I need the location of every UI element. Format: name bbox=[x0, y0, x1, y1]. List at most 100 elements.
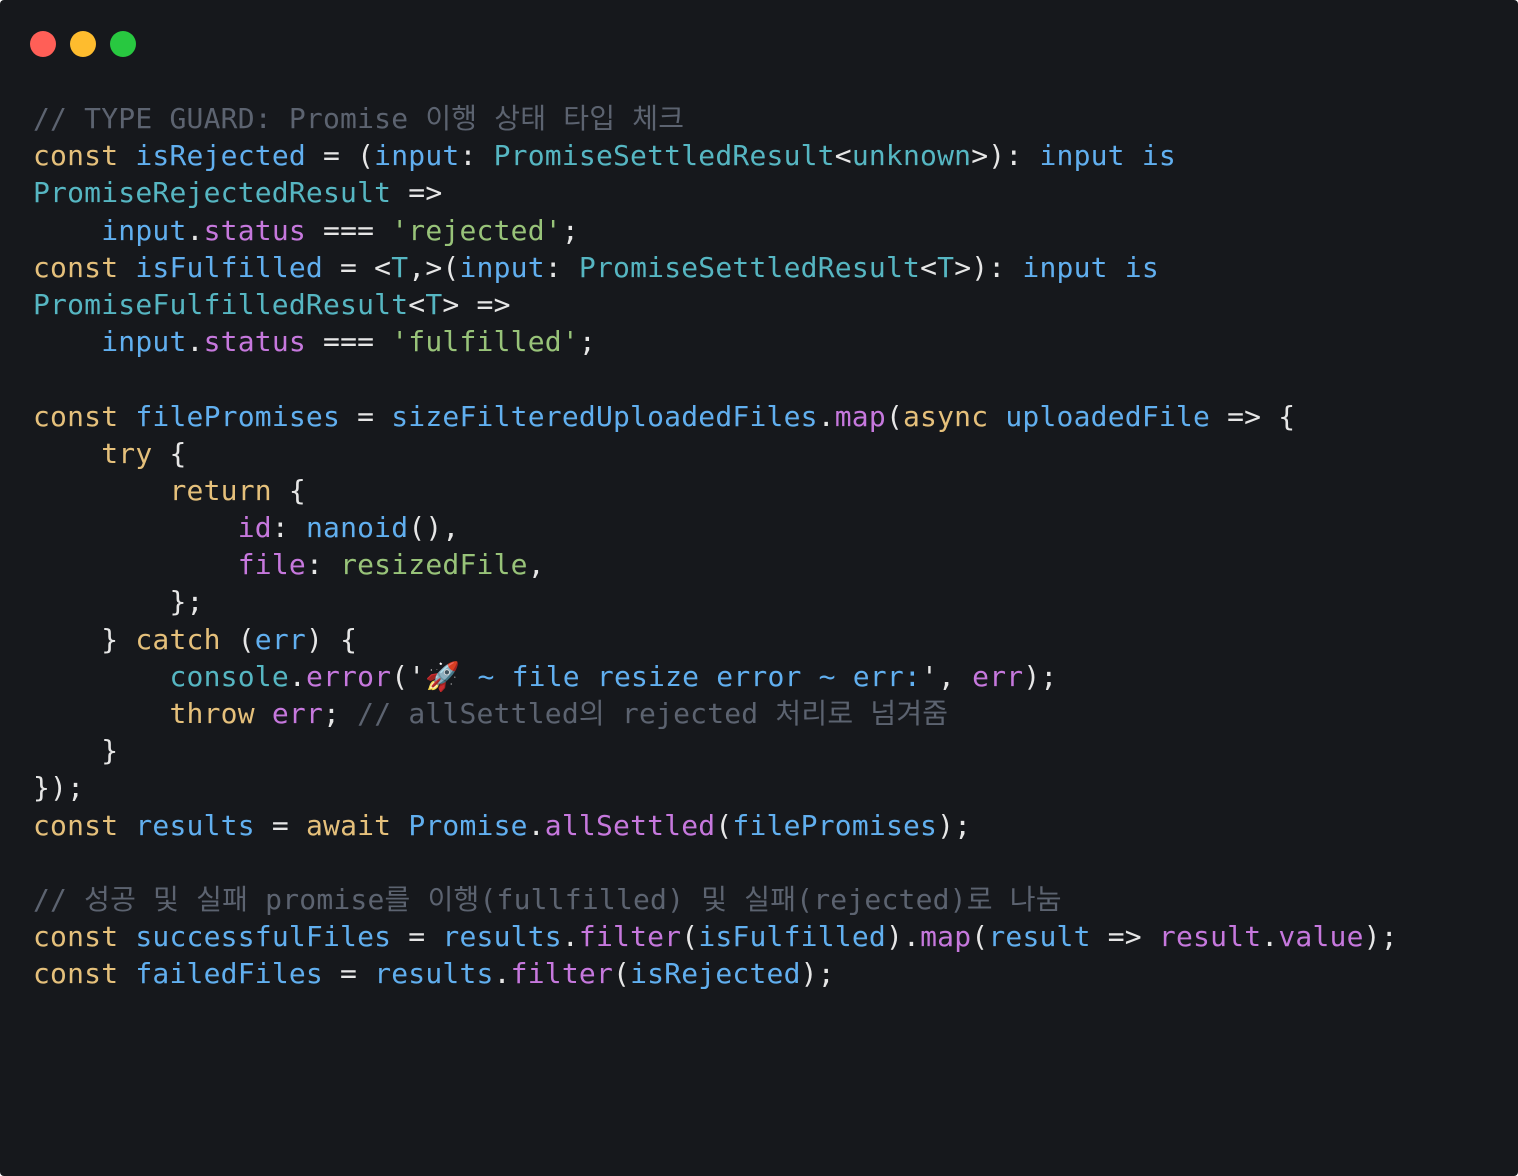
code-token: results bbox=[374, 957, 494, 991]
code-token: const bbox=[33, 399, 119, 433]
window-controls bbox=[30, 31, 136, 57]
code-line: try { bbox=[33, 435, 1398, 472]
code-token: results bbox=[135, 808, 255, 842]
code-token: T bbox=[391, 250, 409, 284]
code-token: ). bbox=[885, 920, 921, 954]
code-line: input.status === 'rejected'; bbox=[33, 212, 1398, 249]
code-token: value bbox=[1278, 920, 1364, 954]
code-token: error bbox=[305, 659, 392, 693]
code-token: resizedFile bbox=[340, 548, 528, 582]
code-token: . bbox=[817, 399, 835, 433]
code-line: PromiseRejectedResult => bbox=[33, 174, 1398, 211]
close-button[interactable] bbox=[30, 31, 56, 57]
code-line: } bbox=[33, 732, 1398, 769]
code-token: input bbox=[374, 139, 460, 173]
code-token: const bbox=[33, 920, 119, 954]
code-token: >): bbox=[971, 139, 1040, 173]
code-token: ( bbox=[885, 399, 903, 433]
code-token: is bbox=[1141, 139, 1176, 173]
code-token: { bbox=[152, 436, 187, 470]
code-token: // TYPE GUARD: Promise 이행 상태 타입 체크 bbox=[33, 102, 685, 135]
code-token: . bbox=[493, 957, 511, 991]
maximize-button[interactable] bbox=[110, 31, 136, 57]
code-token: isFulfilled bbox=[135, 250, 323, 284]
code-token: T bbox=[937, 250, 955, 284]
code-token: . bbox=[561, 920, 579, 954]
code-token: console bbox=[169, 659, 289, 693]
code-token: < bbox=[408, 287, 426, 321]
code-token: const bbox=[33, 957, 119, 991]
code-token: = ( bbox=[305, 139, 375, 173]
code-token: err bbox=[254, 622, 306, 656]
code-token: PromiseSettledResult bbox=[578, 250, 921, 284]
code-token: ); bbox=[937, 808, 972, 842]
code-token: results bbox=[442, 920, 562, 954]
code-token: err bbox=[271, 697, 324, 730]
code-token: await bbox=[305, 808, 392, 842]
code-block: // TYPE GUARD: Promise 이행 상태 타입 체크 const … bbox=[33, 100, 1398, 993]
code-line: }; bbox=[33, 583, 1398, 620]
code-token: T bbox=[425, 287, 443, 321]
code-line: // 성공 및 실패 promise를 이행(fullfilled) 및 실패(… bbox=[33, 881, 1398, 918]
code-token: map bbox=[834, 399, 886, 433]
code-token: => { bbox=[1210, 399, 1296, 433]
code-line: input.status === 'fulfilled'; bbox=[33, 323, 1398, 360]
code-token: ; bbox=[323, 697, 358, 730]
code-token: isFulfilled bbox=[698, 920, 886, 954]
code-token: = < bbox=[323, 250, 392, 284]
code-token: : bbox=[271, 511, 306, 545]
code-token: is bbox=[1124, 250, 1159, 284]
code-line: console.error('🚀 ~ file resize error ~ e… bbox=[33, 658, 1398, 695]
code-token: => bbox=[1090, 920, 1159, 954]
code-token: result bbox=[988, 920, 1091, 954]
code-line: }); bbox=[33, 769, 1398, 806]
code-token: isRejected bbox=[630, 957, 801, 991]
code-line: const failedFiles = results.filter(isRej… bbox=[33, 955, 1398, 992]
code-line: const isRejected = (input: PromiseSettle… bbox=[33, 137, 1398, 174]
code-token: unknown bbox=[851, 139, 972, 173]
code-token: . bbox=[288, 659, 306, 693]
code-token: const bbox=[33, 250, 119, 284]
code-token: { bbox=[271, 473, 306, 507]
code-token: status bbox=[203, 213, 306, 247]
code-token: >): bbox=[954, 250, 1023, 284]
code-token: < bbox=[920, 250, 938, 284]
code-token: } bbox=[33, 734, 119, 768]
code-token: result bbox=[1158, 920, 1262, 954]
code-token: = bbox=[323, 957, 375, 991]
code-token: , bbox=[527, 548, 545, 582]
code-line: } catch (err) { bbox=[33, 621, 1398, 658]
code-token: . bbox=[1261, 920, 1279, 954]
code-token: ) { bbox=[305, 622, 358, 656]
code-line: throw err; // allSettled의 rejected 처리로 넘… bbox=[33, 695, 1398, 732]
minimize-button[interactable] bbox=[70, 31, 96, 57]
code-token: PromiseFulfilledResult bbox=[33, 287, 409, 321]
code-token: => bbox=[391, 176, 443, 210]
code-token: failedFiles bbox=[135, 957, 323, 991]
code-line: const results = await Promise.allSettled… bbox=[33, 807, 1398, 844]
code-line: PromiseFulfilledResult<T> => bbox=[33, 286, 1398, 323]
code-token: isRejected bbox=[135, 139, 306, 173]
code-token: input bbox=[459, 250, 545, 284]
code-token: filter bbox=[510, 957, 614, 991]
code-line: const isFulfilled = <T,>(input: PromiseS… bbox=[33, 249, 1398, 286]
code-token: ( bbox=[715, 808, 733, 842]
code-token: filter bbox=[578, 920, 682, 954]
code-token: ; bbox=[578, 325, 596, 359]
code-token: 🚀 ~ file resize error ~ err: bbox=[425, 659, 921, 693]
code-token: map bbox=[920, 920, 972, 954]
code-token: (), bbox=[408, 511, 460, 545]
code-line: id: nanoid(), bbox=[33, 509, 1398, 546]
code-token: async bbox=[903, 399, 989, 433]
code-token: status bbox=[203, 325, 306, 359]
code-token: throw bbox=[169, 697, 255, 730]
